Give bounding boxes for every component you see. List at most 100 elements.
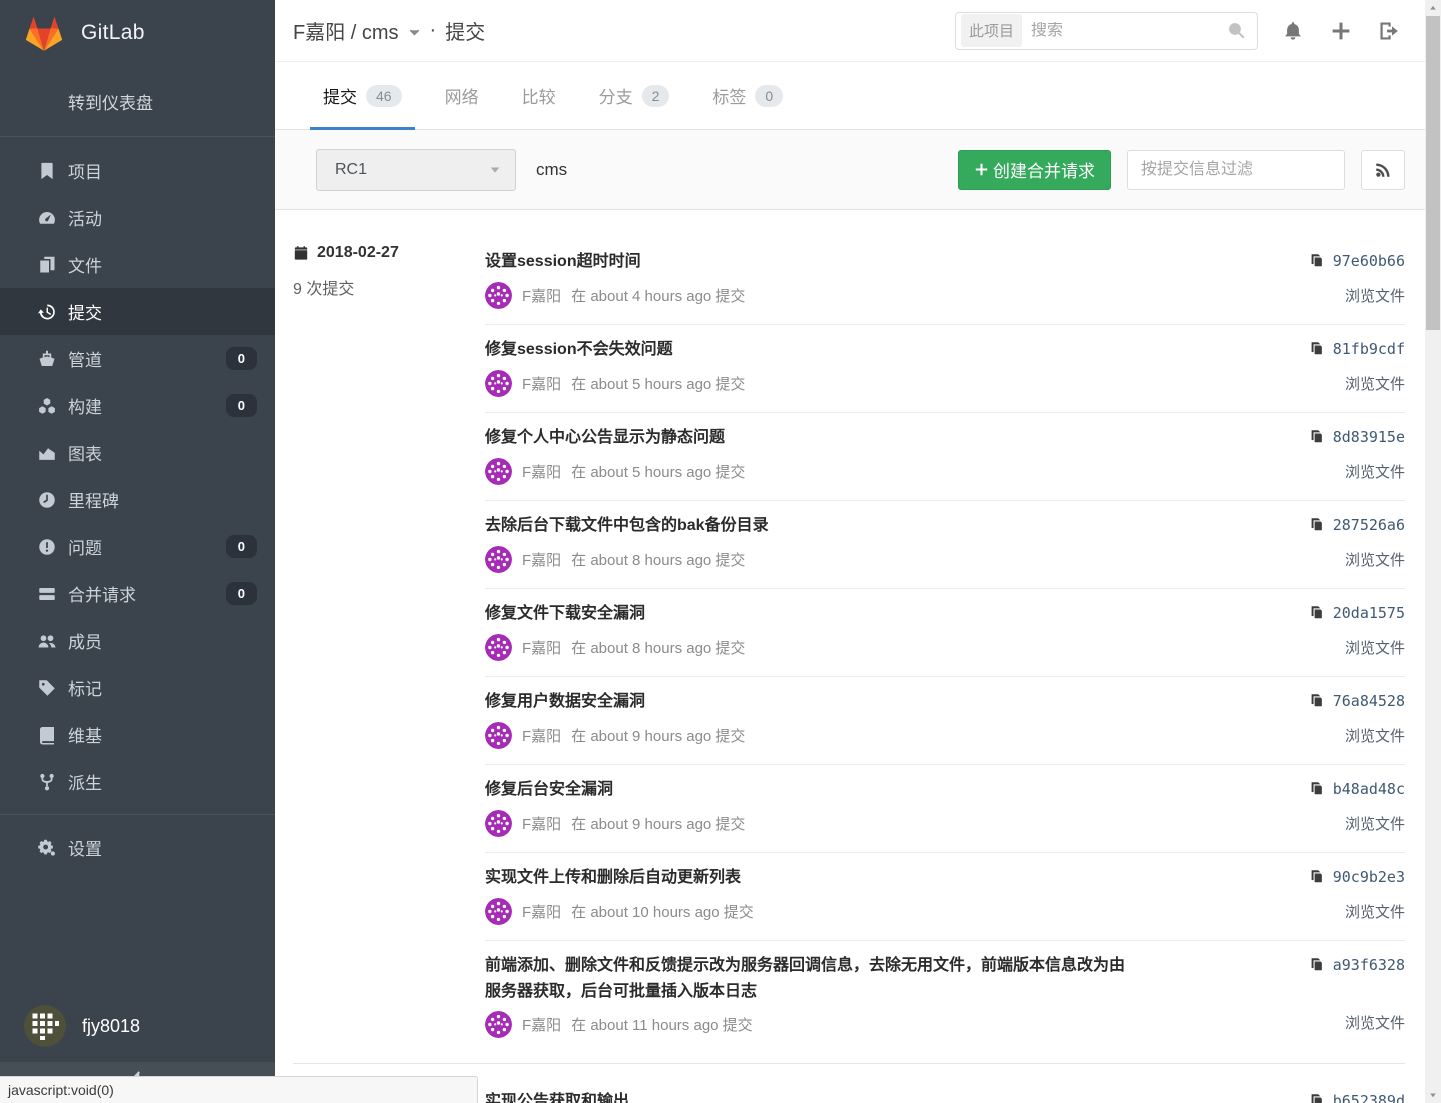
commit-time: 在 about 11 hours ago 提交 bbox=[571, 1014, 753, 1035]
sidebar-item-构建[interactable]: 构建0 bbox=[0, 382, 275, 429]
breadcrumb-separator: · bbox=[430, 19, 437, 42]
search-scope-badge: 此项目 bbox=[961, 14, 1022, 47]
browse-files-link[interactable]: 浏览文件 bbox=[1345, 813, 1405, 834]
plus-icon[interactable] bbox=[1330, 20, 1352, 42]
page-scrollbar[interactable] bbox=[1425, 0, 1441, 1103]
commit-row: 设置session超时时间F嘉阳在 about 4 hours ago 提交97… bbox=[485, 237, 1405, 324]
commit-hash-link[interactable]: 81fb9cdf bbox=[1333, 340, 1405, 358]
commit-author-link[interactable]: F嘉阳 bbox=[522, 461, 561, 482]
sidebar-item-label: 维基 bbox=[68, 722, 102, 747]
commit-row: 修复session不会失效问题F嘉阳在 about 5 hours ago 提交… bbox=[485, 324, 1405, 412]
browse-files-link[interactable]: 浏览文件 bbox=[1345, 461, 1405, 482]
browse-files-link[interactable]: 浏览文件 bbox=[1345, 637, 1405, 658]
sidebar-item-settings[interactable]: 设置 bbox=[0, 824, 275, 871]
commit-title-link[interactable]: 前端添加、删除文件和反馈提示改为服务器回调信息，去除无用文件，前端版本信息改为由… bbox=[485, 953, 1140, 1004]
sidebar-item-管道[interactable]: 管道0 bbox=[0, 335, 275, 382]
commit-title-link[interactable]: 实现文件上传和删除后自动更新列表 bbox=[485, 865, 1140, 891]
cubes-icon bbox=[37, 396, 57, 416]
commit-time: 在 about 8 hours ago 提交 bbox=[571, 637, 745, 658]
sidebar-item-标记[interactable]: 标记 bbox=[0, 664, 275, 711]
sidebar-item-文件[interactable]: 文件 bbox=[0, 241, 275, 288]
commit-hash-link[interactable]: b48ad48c bbox=[1333, 780, 1405, 798]
commit-time: 在 about 9 hours ago 提交 bbox=[571, 813, 745, 834]
scroll-up-arrow[interactable] bbox=[1425, 0, 1441, 16]
search-input[interactable] bbox=[1031, 22, 1218, 40]
sidebar-item-活动[interactable]: 活动 bbox=[0, 194, 275, 241]
tab-标签[interactable]: 标签0 bbox=[699, 83, 796, 129]
count-badge: 0 bbox=[226, 347, 257, 370]
commit-author-link[interactable]: F嘉阳 bbox=[522, 549, 561, 570]
commit-title-link[interactable]: 修复用户数据安全漏洞 bbox=[485, 689, 1140, 715]
tab-比较[interactable]: 比较 bbox=[509, 83, 569, 129]
commit-author-link[interactable]: F嘉阳 bbox=[522, 813, 561, 834]
create-merge-request-button[interactable]: 创建合并请求 bbox=[958, 150, 1111, 190]
sidebar-item-项目[interactable]: 项目 bbox=[0, 147, 275, 194]
sidebar-user[interactable]: fjy8018 bbox=[0, 993, 275, 1063]
sidebar-item-图表[interactable]: 图表 bbox=[0, 429, 275, 476]
commit-title-link[interactable]: 去除后台下载文件中包含的bak备份目录 bbox=[485, 513, 1140, 539]
scrollbar-thumb[interactable] bbox=[1426, 16, 1440, 330]
tab-网络[interactable]: 网络 bbox=[432, 83, 492, 129]
sidebar-item-派生[interactable]: 派生 bbox=[0, 758, 275, 805]
sidebar-item-合并请求[interactable]: 合并请求0 bbox=[0, 570, 275, 617]
commit-hash-link[interactable]: 97e60b66 bbox=[1333, 252, 1405, 270]
project-tabs: 提交46 网络比较分支2 标签0 bbox=[275, 62, 1425, 130]
sidebar-item-dashboard[interactable]: 转到仪表盘 bbox=[0, 62, 275, 136]
commit-hash-link[interactable]: 76a84528 bbox=[1333, 692, 1405, 710]
sidebar-menu: 项目活动文件提交管道0构建0图表里程碑问题0合并请求0 成员标记维基派生 bbox=[0, 147, 275, 805]
files-icon bbox=[37, 255, 57, 275]
browse-files-link[interactable]: 浏览文件 bbox=[1345, 725, 1405, 746]
sidebar-item-里程碑[interactable]: 里程碑 bbox=[0, 476, 275, 523]
browse-files-link[interactable]: 浏览文件 bbox=[1345, 373, 1405, 394]
commit-hash-link[interactable]: 90c9b2e3 bbox=[1333, 868, 1405, 886]
browse-files-link[interactable]: 浏览文件 bbox=[1345, 1012, 1405, 1033]
commit-title-link[interactable]: 修复session不会失效问题 bbox=[485, 337, 1140, 363]
browse-files-link[interactable]: 浏览文件 bbox=[1345, 285, 1405, 306]
commit-hash-link[interactable]: 287526a6 bbox=[1333, 516, 1405, 534]
breadcrumb-project[interactable]: F嘉阳 / cms bbox=[293, 16, 399, 45]
chevron-down-icon[interactable] bbox=[408, 26, 421, 39]
branch-selector-value: RC1 bbox=[335, 161, 367, 179]
commit-title-link[interactable]: 修复后台安全漏洞 bbox=[485, 777, 1140, 803]
count-badge: 0 bbox=[226, 582, 257, 605]
gitlab-logo-link[interactable]: GitLab bbox=[0, 0, 275, 62]
sign-out-icon[interactable] bbox=[1378, 20, 1400, 42]
tab-提交[interactable]: 提交46 bbox=[310, 83, 415, 129]
commit-hash-link[interactable]: 8d83915e bbox=[1333, 428, 1405, 446]
sidebar-item-提交[interactable]: 提交 bbox=[0, 288, 275, 335]
commit-hash-link[interactable]: a93f6328 bbox=[1333, 956, 1405, 974]
browse-files-link[interactable]: 浏览文件 bbox=[1345, 901, 1405, 922]
tab-分支[interactable]: 分支2 bbox=[586, 83, 683, 129]
commit-author-link[interactable]: F嘉阳 bbox=[522, 1014, 561, 1035]
username: fjy8018 bbox=[82, 1016, 140, 1037]
commit-author-link[interactable]: F嘉阳 bbox=[522, 637, 561, 658]
calendar-icon bbox=[293, 245, 309, 261]
sidebar-item-问题[interactable]: 问题0 bbox=[0, 523, 275, 570]
browse-files-link[interactable]: 浏览文件 bbox=[1345, 549, 1405, 570]
rss-feed-button[interactable] bbox=[1361, 150, 1405, 190]
sidebar-item-label: 活动 bbox=[68, 205, 102, 230]
commit-hash-link[interactable]: b652389d bbox=[1333, 1092, 1405, 1103]
branch-selector[interactable]: RC1 bbox=[316, 149, 516, 191]
commit-author-link[interactable]: F嘉阳 bbox=[522, 725, 561, 746]
commit-author-link[interactable]: F嘉阳 bbox=[522, 901, 561, 922]
commit-author-link[interactable]: F嘉阳 bbox=[522, 373, 561, 394]
commit-filter-input[interactable] bbox=[1127, 150, 1345, 190]
commit-author-avatar bbox=[485, 282, 512, 309]
sidebar-item-label: 成员 bbox=[68, 628, 102, 653]
commits-filter-bar: RC1 cms 创建合并请求 bbox=[275, 130, 1425, 210]
commit-title-link[interactable]: 修复文件下载安全漏洞 bbox=[485, 601, 1140, 627]
commit-author-link[interactable]: F嘉阳 bbox=[522, 285, 561, 306]
commit-title-link[interactable]: 设置session超时时间 bbox=[485, 249, 1140, 275]
sidebar-item-label: 文件 bbox=[68, 252, 102, 277]
commit-title-link[interactable]: 修复个人中心公告显示为静态问题 bbox=[485, 425, 1140, 451]
commit-row: 修复个人中心公告显示为静态问题F嘉阳在 about 5 hours ago 提交… bbox=[485, 412, 1405, 500]
commit-author-avatar bbox=[485, 722, 512, 749]
create-merge-request-label: 创建合并请求 bbox=[993, 157, 1095, 182]
sidebar-item-维基[interactable]: 维基 bbox=[0, 711, 275, 758]
scroll-down-arrow[interactable] bbox=[1425, 1087, 1441, 1103]
sidebar-item-成员[interactable]: 成员 bbox=[0, 617, 275, 664]
commit-title-link[interactable]: 实现公告获取和输出 bbox=[485, 1089, 1140, 1103]
commit-hash-link[interactable]: 20da1575 bbox=[1333, 604, 1405, 622]
bell-icon[interactable] bbox=[1282, 20, 1304, 42]
